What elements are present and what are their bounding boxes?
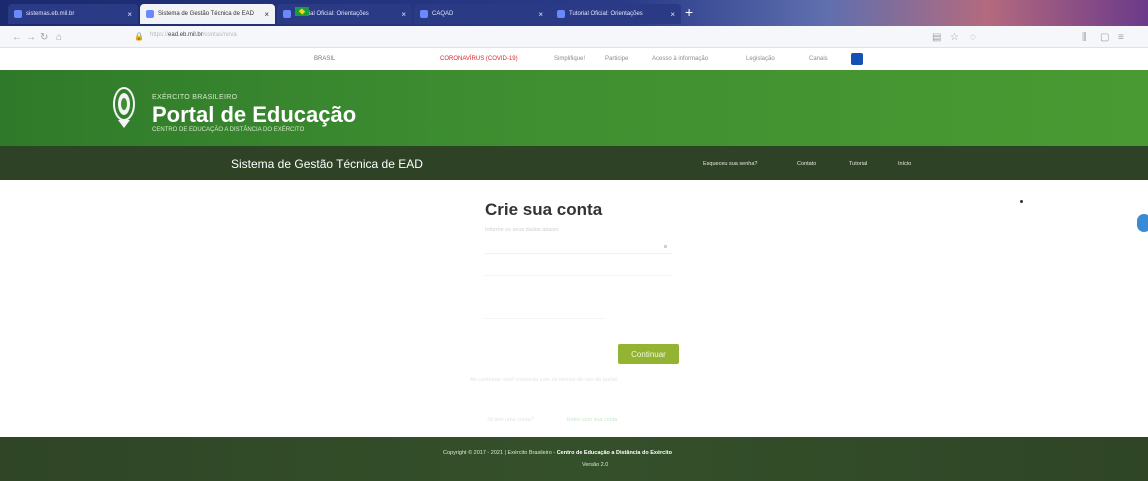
address-bar: ← → ↻ ⌂ 🔒 https://ead.eb.mil.br/contas/n… [0,26,1148,48]
reader-icon[interactable]: ▤ [932,32,941,43]
nav-link-tutorial[interactable]: Tutorial [849,161,867,167]
pocket-icon[interactable]: ◌ [970,32,976,43]
lock-icon: 🔒 [134,32,144,41]
nav-link-forgot-password[interactable]: Esqueceu sua senha? [703,161,757,167]
system-title[interactable]: Sistema de Gestão Técnica de EAD [231,157,423,171]
close-icon[interactable]: × [538,10,543,19]
url-field[interactable]: https://ead.eb.mil.br/contas/nova [150,32,237,38]
sidebar-icon[interactable]: ▢ [1100,32,1109,43]
url-path: /contas/nova [202,32,237,38]
close-icon[interactable]: × [127,10,132,19]
close-icon[interactable]: × [670,10,675,19]
bookmark-icon[interactable]: ☆ [950,32,959,43]
browser-tab[interactable]: sistemas.eb.mil.br × [8,4,138,24]
menu-icon[interactable]: ≡ [1118,32,1124,43]
gov-link-acesso-informacao[interactable]: Acesso à informação [652,56,708,62]
browser-tab-active[interactable]: Sistema de Gestão Técnica de EAD × [140,4,275,24]
brand-title[interactable]: Portal de Educação [152,102,356,128]
nav-link-inicio[interactable]: Início [898,161,911,167]
cursor-dot [1020,200,1023,203]
site-footer [0,437,1148,481]
gov-link-coronavirus[interactable]: CORONAVÍRUS (COVID-19) [440,56,518,62]
page-title: Crie sua conta [485,200,603,219]
browser-tab-label: CAQAD [432,11,454,17]
chat-bubble-icon[interactable] [1137,214,1148,232]
brand-org: EXÉRCITO BRASILEIRO [152,94,238,101]
continue-button[interactable]: Continuar [618,344,679,364]
back-icon[interactable]: ← [12,32,22,43]
army-emblem-logo[interactable] [112,86,136,130]
url-domain: ead.eb.mil.br [168,32,203,38]
login-link[interactable]: Entre com sua conta [567,417,617,423]
browser-tab-label: Sistema de Gestão Técnica de EAD [158,11,254,17]
form-hint: Informe os seus dados abaixo [485,227,559,233]
new-tab-icon[interactable]: + [685,4,693,20]
form-divider [485,318,605,319]
nav-link-contato[interactable]: Contato [797,161,816,167]
chevron-down-icon [664,245,667,248]
close-icon[interactable]: × [264,10,269,19]
home-icon[interactable]: ⌂ [56,32,62,43]
system-nav-bar [0,146,1148,180]
copyright-org: Centro de Educação a Distância do Exérci… [556,450,672,456]
gov-brasil-label[interactable]: BRASIL [314,56,335,62]
forward-icon[interactable]: → [26,32,36,43]
copyright-text: Copyright © 2017 - 2021 | Exército Brasi… [443,450,556,456]
gov-link-legislacao[interactable]: Legislação [746,56,775,62]
browser-tab[interactable]: CAQAD × [414,4,549,24]
browser-tab-label: sistemas.eb.mil.br [26,11,75,17]
library-icon[interactable]: ⫼ [1082,32,1087,43]
browser-tab-strip: sistemas.eb.mil.br × Sistema de Gestão T… [0,0,1148,26]
brazil-flag-icon [295,7,309,16]
reload-icon[interactable]: ↻ [40,32,48,43]
url-prefix: https:// [150,32,169,38]
favicon-icon [146,10,154,18]
gov-link-participe[interactable]: Participe [605,56,628,62]
close-icon[interactable]: × [401,10,406,19]
favicon-icon [14,10,22,18]
brand-subtitle: CENTRO DE EDUCAÇÃO A DISTÂNCIA DO EXÉRCI… [152,127,305,133]
footer-copyright: Copyright © 2017 - 2021 | Exército Brasi… [443,450,672,456]
footer-version: Versão 2.0 [582,462,609,468]
terms-note: Ao continuar você concorda com os termos… [470,377,617,383]
account-type-select[interactable] [485,240,672,254]
form-divider [485,275,672,276]
browser-tab[interactable]: Tutorial Oficial: Orientações × [551,4,681,24]
favicon-icon [420,10,428,18]
gov-link-canais[interactable]: Canais [809,56,828,62]
gov-link-simplifique[interactable]: Simplifique! [554,56,585,62]
accessibility-icon[interactable] [851,53,863,65]
favicon-icon [557,10,565,18]
login-prompt: Já tem uma conta? [487,417,534,423]
browser-tab-label: Tutorial Oficial: Orientações [569,11,643,17]
favicon-icon [283,10,291,18]
